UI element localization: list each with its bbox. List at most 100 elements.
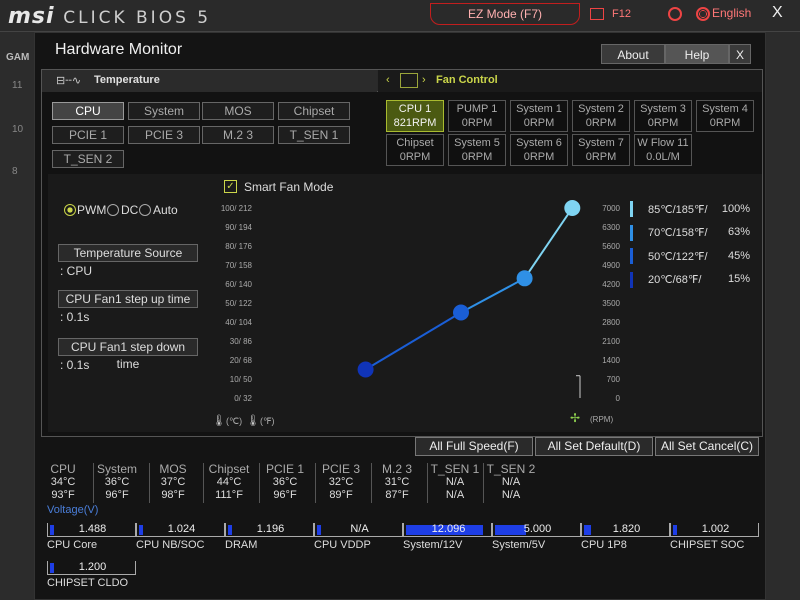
fan-button-system7[interactable]: System 7 0RPM (572, 134, 630, 166)
temp-c: 34°C (50, 476, 76, 488)
chevron-right-icon: › (422, 74, 426, 86)
temp-name: CPU (50, 462, 76, 476)
y-tick-left: 30/ 86 (230, 337, 253, 346)
sensor-button-pcie3[interactable]: PCIE 3 (128, 126, 200, 144)
sensor-button-system[interactable]: System (128, 102, 200, 120)
voltage-fill (673, 525, 677, 535)
search-icon[interactable] (668, 7, 682, 21)
voltage-label: CHIPSET SOC (670, 539, 745, 551)
y-tick-right: 0 (616, 394, 621, 403)
temp-readout-system: System 36°C 96°F (89, 463, 145, 502)
voltage-bar: 1.820 (581, 523, 670, 537)
radio-pwm[interactable] (64, 204, 76, 216)
voltage-label: CPU 1P8 (581, 539, 627, 551)
voltage-label: CPU Core (47, 539, 98, 551)
y-tick-left: 40/ 104 (225, 318, 252, 327)
temp-f: 98°F (161, 489, 185, 501)
voltage-fill (228, 525, 232, 535)
f12-label[interactable]: F12 (612, 8, 631, 20)
fan-button-system5[interactable]: System 5 0RPM (448, 134, 506, 166)
fan-button-system4[interactable]: System 4 0RPM (696, 100, 754, 132)
sensor-button-cpu[interactable]: CPU (52, 102, 124, 120)
voltage-value: 1.488 (78, 523, 107, 535)
fan-name: CPU 1 (398, 103, 432, 115)
legend-temp: 85℃/185℉/ (648, 204, 708, 216)
radio-dc[interactable] (107, 204, 119, 216)
all-set-cancel-button[interactable]: All Set Cancel(C) (655, 437, 759, 456)
temp-f: 96°F (273, 489, 297, 501)
fan-name: System 2 (578, 103, 624, 115)
temp-c: 36°C (272, 476, 298, 488)
temp-readout-mos: MOS 37°C 98°F (145, 463, 201, 502)
voltage-title: Voltage(V) (47, 504, 99, 516)
sensor-button-m23[interactable]: M.2 3 (202, 126, 274, 144)
screenshot-icon[interactable] (590, 8, 604, 20)
step-down-time-button[interactable]: CPU Fan1 step down time (58, 338, 198, 371)
help-button[interactable]: Help (665, 44, 729, 64)
fan-button-wflow11[interactable]: W Flow 11 0.0L/M (634, 134, 692, 166)
voltage-bar: 1.196 (225, 523, 314, 537)
close-icon[interactable]: X (772, 4, 783, 22)
voltage-fill (584, 525, 591, 535)
fan-button-system2[interactable]: System 2 0RPM (572, 100, 630, 132)
ez-mode-button[interactable]: EZ Mode (F7) (430, 3, 580, 25)
background-label: 8 (12, 166, 18, 177)
fan-curve-chart[interactable]: 100/ 212 90/ 194 80/ 176 70/ 158 60/ 140 50/ … (208, 198, 628, 430)
legend-pct: 63% (727, 226, 750, 238)
fan-value: 0RPM (585, 151, 617, 163)
ylabel-rpm: (RPM) (590, 415, 613, 424)
globe-icon[interactable] (696, 7, 710, 21)
y-tick-left: 50/ 122 (225, 299, 252, 308)
voltage-bar: 5.000 (492, 523, 581, 537)
fan-chart-icon (400, 73, 418, 88)
fan-button-system1[interactable]: System 1 0RPM (510, 100, 568, 132)
tab-fan-control[interactable]: ‹ › Fan Control (378, 70, 762, 92)
all-set-default-button[interactable]: All Set Default(D) (535, 437, 653, 456)
y-tick-right: 2100 (602, 337, 620, 346)
fan-button-system3[interactable]: System 3 0RPM (634, 100, 692, 132)
temp-c: N/A (445, 476, 465, 488)
voltage-fill (139, 525, 143, 535)
voltage-bar: 12.096 (403, 523, 492, 537)
legend-temp: 50℃/122℉/ (648, 251, 708, 263)
fan-button-cpu1[interactable]: CPU 1 821RPM (386, 100, 444, 132)
sensor-button-tsen2[interactable]: T_SEN 2 (52, 150, 124, 168)
sensor-button-pcie1[interactable]: PCIE 1 (52, 126, 124, 144)
fan-button-pump1[interactable]: PUMP 1 0RPM (448, 100, 506, 132)
curve-segment (460, 277, 526, 314)
fan-button-chipset[interactable]: Chipset 0RPM (386, 134, 444, 166)
sensor-button-mos[interactable]: MOS (202, 102, 274, 120)
smart-fan-checkbox[interactable]: ✓ (224, 180, 237, 193)
tab-temperature[interactable]: ⊟╌∿ Temperature (42, 70, 377, 92)
temp-c: 32°C (328, 476, 354, 488)
y-tick-right: 700 (607, 375, 621, 384)
msi-logo: msi CLICK BIOS 5 (8, 4, 212, 29)
language-selector[interactable]: English (712, 6, 751, 20)
y-tick-right: 6300 (602, 223, 620, 232)
fan-name: System 5 (454, 137, 500, 149)
temperature-graph-icon: ⊟╌∿ (56, 75, 82, 87)
sensor-button-chipset[interactable]: Chipset (278, 102, 350, 120)
temp-readout-pcie1: PCIE 1 36°C 96°F (257, 463, 313, 502)
about-button[interactable]: About (601, 44, 665, 64)
legend-temp: 20℃/68℉/ (648, 274, 702, 286)
temperature-source-button[interactable]: Temperature Source (58, 244, 198, 262)
legend-pct: 15% (727, 273, 750, 285)
radio-auto[interactable] (139, 204, 151, 216)
all-full-speed-button[interactable]: All Full Speed(F) (415, 437, 533, 456)
voltage-label: CPU VDDP (314, 539, 371, 551)
xlabel-celsius: (℃) (226, 416, 242, 426)
fan-name: System 7 (578, 137, 624, 149)
fan-value: 0.0L/M (646, 151, 680, 163)
y-tick-right: 2800 (602, 318, 620, 327)
close-button[interactable]: X (729, 44, 751, 64)
fan-button-system6[interactable]: System 6 0RPM (510, 134, 568, 166)
step-up-time-button[interactable]: CPU Fan1 step up time (58, 290, 198, 308)
sensor-button-tsen1[interactable]: T_SEN 1 (278, 126, 350, 144)
temp-f: 87°F (385, 489, 409, 501)
tab-label: Temperature (94, 74, 160, 86)
fan-name: W Flow 11 (637, 137, 689, 149)
curve-point (516, 270, 533, 287)
voltage-bar: 1.488 (47, 523, 136, 537)
voltage-value: 1.002 (701, 523, 730, 535)
